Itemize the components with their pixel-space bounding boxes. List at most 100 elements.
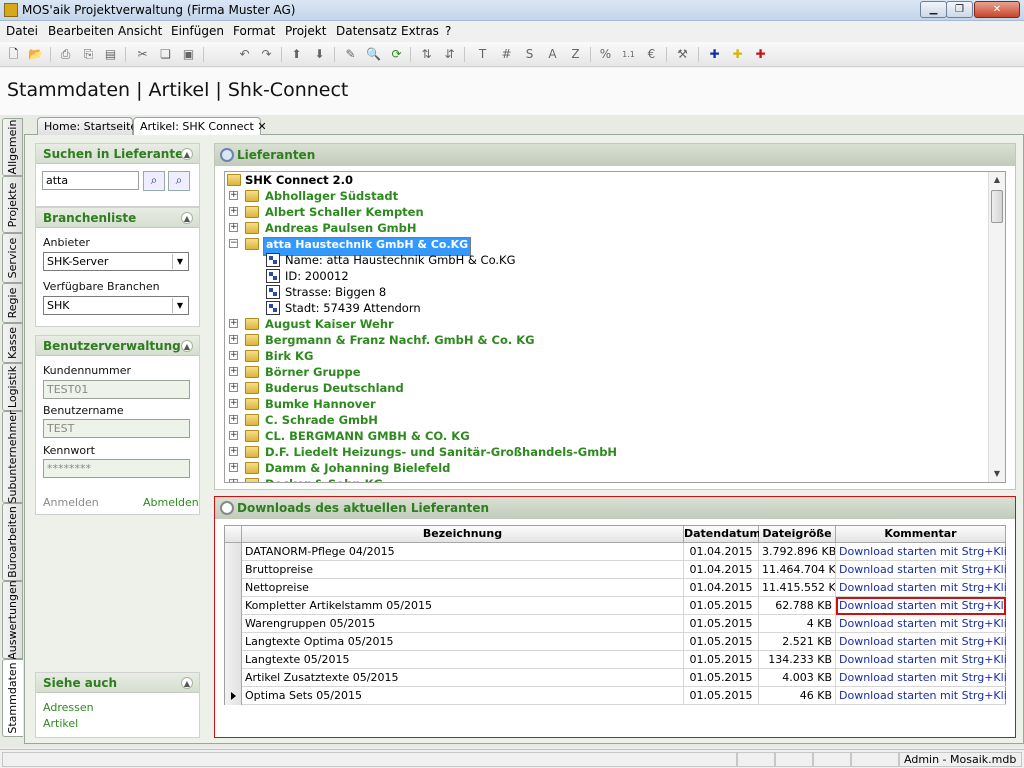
tools-icon[interactable]: ⚒: [674, 46, 691, 63]
redo-icon[interactable]: ↷: [258, 46, 275, 63]
kennwort-field[interactable]: ********: [43, 459, 190, 478]
expand-icon[interactable]: +: [229, 223, 238, 232]
table-row[interactable]: Artikel Zusatztexte 05/2015 01.05.2015 4.0…: [225, 669, 1006, 687]
anbieter-select[interactable]: SHK-Server ▼: [43, 252, 189, 271]
text-format-icon[interactable]: T: [474, 46, 491, 63]
vtab-stammdaten[interactable]: Stammdaten: [2, 659, 23, 737]
z-format-icon[interactable]: Z: [567, 46, 584, 63]
table-row[interactable]: Warengruppen 05/2015 01.05.2015 4 KB Downlo…: [225, 615, 1006, 633]
menu-datensatz[interactable]: Datensatz: [336, 24, 397, 38]
row-indicator[interactable]: [225, 687, 242, 705]
cell-kommentar-link[interactable]: Download starten mit Strg+Klick...: [836, 543, 1006, 561]
link-artikel[interactable]: Artikel: [43, 717, 78, 730]
vtab-logistik[interactable]: Logistik: [2, 363, 23, 411]
vtab-subunternehmer[interactable]: Subunternehmer: [2, 410, 23, 504]
tab-shk-connect[interactable]: Artikel: SHK Connect ✕: [133, 117, 267, 135]
scroll-down-icon[interactable]: ▼: [989, 466, 1005, 482]
anmelden-link[interactable]: Anmelden: [43, 496, 99, 509]
tab-home[interactable]: Home: Startseite: [37, 117, 137, 135]
link-adressen[interactable]: Adressen: [43, 701, 94, 714]
menu-help[interactable]: ?: [445, 24, 451, 38]
expand-icon[interactable]: +: [229, 463, 238, 472]
expand-icon[interactable]: +: [229, 351, 238, 360]
expand-icon[interactable]: +: [229, 415, 238, 424]
cut-icon[interactable]: ✂: [134, 46, 151, 63]
search-input[interactable]: atta: [42, 171, 139, 190]
table-row[interactable]: Kompletter Artikelstamm 05/2015 01.05.201…: [225, 597, 1006, 615]
menu-projekt[interactable]: Projekt: [285, 24, 326, 38]
table-row[interactable]: Langtexte 05/2015 01.05.2015 134.233 KB Dow…: [225, 651, 1006, 669]
vtab-regie[interactable]: Regie: [2, 283, 23, 323]
puzzle-red-icon[interactable]: ✚: [752, 46, 769, 63]
lieferanten-tree[interactable]: SHK Connect 2.0 + Abhollager Südstadt + Alb…: [224, 171, 1006, 483]
undo-icon[interactable]: ↶: [236, 46, 253, 63]
cell-kommentar-link[interactable]: Download starten mit Strg+Klick...: [836, 687, 1006, 705]
branchen-select[interactable]: SHK ▼: [43, 296, 189, 315]
vtab-projekte[interactable]: Projekte: [2, 176, 23, 233]
expand-icon[interactable]: +: [229, 479, 238, 482]
s-format-icon[interactable]: S: [521, 46, 538, 63]
refresh-icon[interactable]: ⟳: [388, 46, 405, 63]
menu-extras[interactable]: Extras: [401, 24, 439, 38]
vtab-service[interactable]: Service: [2, 233, 23, 283]
menu-format[interactable]: Format: [233, 24, 275, 38]
edit-icon[interactable]: ✎: [342, 46, 359, 63]
column-header-bezeichnung[interactable]: Bezeichnung: [242, 526, 684, 543]
sort-za-icon[interactable]: ⇵: [441, 46, 458, 63]
column-header-kommentar[interactable]: Kommentar: [836, 526, 1006, 543]
menu-datei[interactable]: Datei: [6, 24, 38, 38]
move-up-icon[interactable]: ⬆: [288, 46, 305, 63]
expand-icon[interactable]: +: [229, 367, 238, 376]
abmelden-link[interactable]: Abmelden: [143, 496, 199, 509]
cell-kommentar-link[interactable]: Download starten mit Strg+Klick...: [836, 561, 1006, 579]
vtab-bueroarbeiten[interactable]: Büroarbeiten: [2, 503, 23, 581]
cell-kommentar-link[interactable]: Download starten mit Strg+Klick...: [836, 669, 1006, 687]
find-icon[interactable]: 🔍: [365, 46, 382, 63]
minimize-button[interactable]: ▁: [920, 1, 947, 18]
close-tab-icon[interactable]: ✕: [257, 120, 266, 133]
cell-kommentar-link[interactable]: Download starten mit Strg+Klick...: [836, 615, 1006, 633]
cell-kommentar-link[interactable]: Download starten mit Strg+Klick...: [836, 633, 1006, 651]
row-indicator[interactable]: [225, 579, 242, 597]
search-binoculars-icon[interactable]: ⌕: [143, 171, 165, 191]
percent-icon[interactable]: %: [597, 46, 614, 63]
menu-bearbeiten[interactable]: Bearbeiten: [48, 24, 114, 38]
row-indicator[interactable]: [225, 615, 242, 633]
menu-einfuegen[interactable]: Einfügen: [171, 24, 224, 38]
table-row[interactable]: DATANORM-Pflege 04/2015 01.04.2015 3.792.8…: [225, 543, 1006, 561]
column-header-datendatum[interactable]: Datendatum: [684, 526, 761, 543]
row-indicator[interactable]: [225, 597, 242, 615]
vtab-kasse[interactable]: Kasse: [2, 323, 23, 363]
sort-az-icon[interactable]: ⇅: [418, 46, 435, 63]
collapse-icon[interactable]: ▲: [181, 148, 193, 160]
see-also-header[interactable]: Siehe auch ▲: [36, 673, 199, 693]
row-indicator[interactable]: [225, 561, 242, 579]
collapse-icon[interactable]: ▲: [181, 340, 193, 352]
currency-icon[interactable]: €: [643, 46, 660, 63]
expand-icon[interactable]: +: [229, 191, 238, 200]
a-format-icon[interactable]: A: [544, 46, 561, 63]
collapse-icon[interactable]: −: [229, 239, 238, 248]
print-icon[interactable]: ⎙: [57, 46, 74, 63]
print-preview-icon[interactable]: ⎘: [80, 46, 97, 63]
row-indicator[interactable]: [225, 651, 242, 669]
paste-icon[interactable]: ▣: [180, 46, 197, 63]
search-next-icon[interactable]: ⌕: [168, 171, 190, 191]
expand-icon[interactable]: +: [229, 383, 238, 392]
row-indicator[interactable]: [225, 669, 242, 687]
menu-ansicht[interactable]: Ansicht: [118, 24, 162, 38]
collapse-icon[interactable]: ▲: [181, 677, 193, 689]
move-down-icon[interactable]: ⬇: [311, 46, 328, 63]
scroll-up-icon[interactable]: ▲: [989, 172, 1005, 188]
table-row[interactable]: Nettopreise 01.04.2015 11.415.552 KB Downlo…: [225, 579, 1006, 597]
expand-icon[interactable]: +: [229, 399, 238, 408]
puzzle-blue-icon[interactable]: ✚: [706, 46, 723, 63]
table-row[interactable]: Langtexte Optima 05/2015 01.05.2015 2.521 …: [225, 633, 1006, 651]
scroll-thumb[interactable]: [991, 190, 1003, 223]
copy-icon[interactable]: ❏: [157, 46, 174, 63]
table-row[interactable]: Optima Sets 05/2015 01.05.2015 46 KB Downlo…: [225, 687, 1006, 705]
open-icon[interactable]: 📂: [27, 46, 44, 63]
cell-kommentar-link[interactable]: Download starten mit Strg+Klick...: [836, 597, 1006, 615]
collapse-icon[interactable]: ▲: [181, 212, 193, 224]
tree-scrollbar[interactable]: ▲ ▼: [988, 172, 1005, 482]
